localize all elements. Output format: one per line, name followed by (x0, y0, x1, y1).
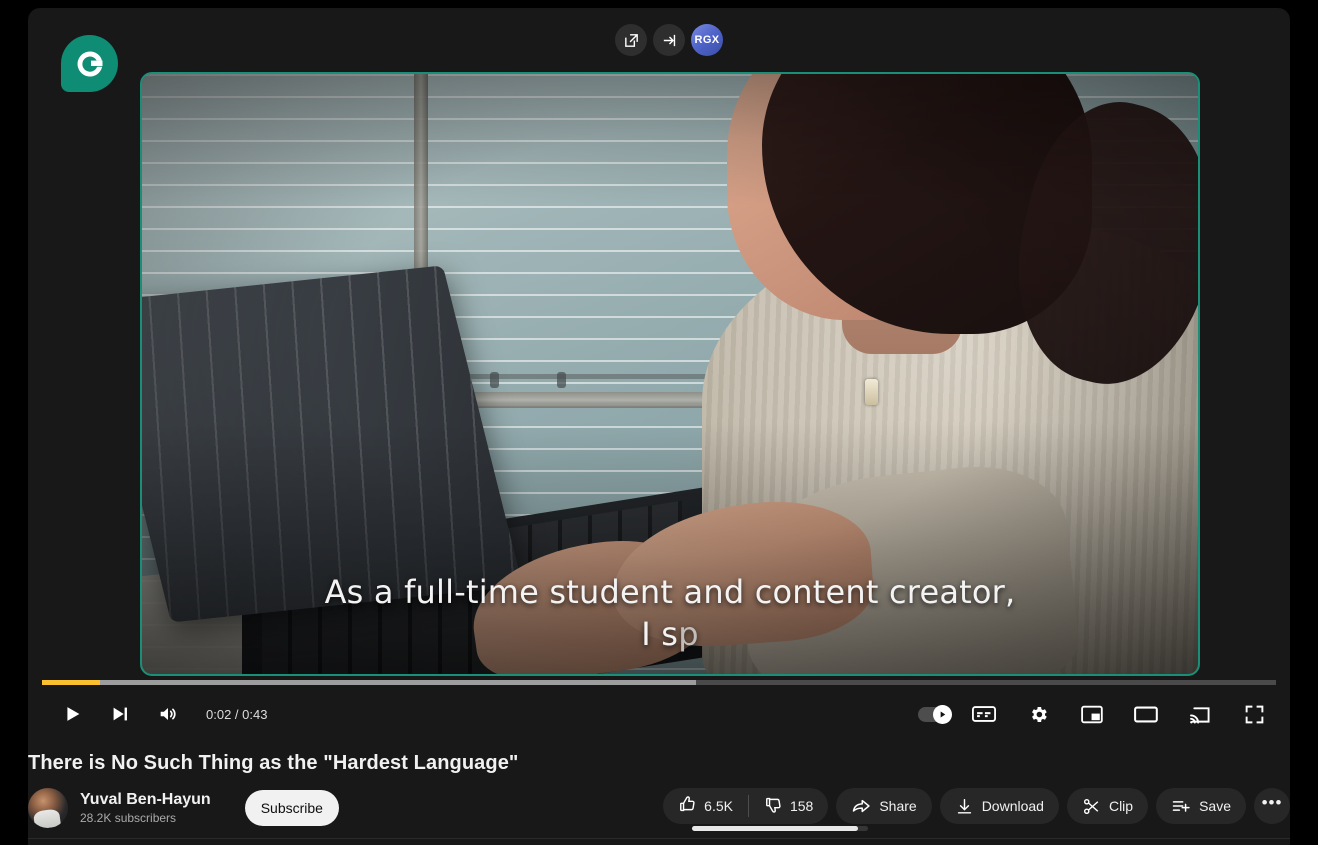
top-bar: RGX (28, 8, 1290, 92)
clip-label: Clip (1108, 798, 1134, 814)
progress-buffered (42, 680, 697, 685)
time-display: 0:02 / 0:43 (206, 706, 268, 722)
video-frame-image: As a full-time student and content creat… (142, 74, 1198, 674)
settings-button[interactable] (1018, 694, 1058, 734)
caption-line-2: I sp (142, 613, 1198, 656)
download-button[interactable]: Download (939, 788, 1059, 824)
sign-in-button[interactable] (653, 24, 685, 56)
save-to-playlist-icon (1171, 796, 1191, 816)
play-icon (61, 703, 83, 725)
volume-button[interactable] (148, 694, 188, 734)
cast-button[interactable] (1180, 694, 1220, 734)
open-external-icon (623, 32, 640, 49)
video-meta-row: Yuval Ben-Hayun 28.2K subscribers Subscr… (28, 788, 1290, 832)
subtitles-button[interactable] (964, 694, 1004, 734)
thumbs-up-icon (678, 795, 697, 817)
horizontal-scrollbar-thumb[interactable] (692, 826, 858, 831)
sign-in-arrow-icon (661, 32, 678, 49)
save-label: Save (1199, 798, 1231, 814)
fullscreen-button[interactable] (1234, 694, 1274, 734)
page-title: There is No Such Thing as the "Hardest L… (28, 752, 519, 774)
clip-button[interactable]: Clip (1066, 788, 1149, 824)
cast-icon (1189, 705, 1212, 724)
download-label: Download (981, 798, 1044, 814)
miniplayer-icon (1081, 705, 1103, 724)
theater-mode-button[interactable] (1126, 694, 1166, 734)
like-count: 6.5K (704, 798, 733, 814)
more-actions-button[interactable]: ••• (1254, 788, 1290, 824)
avatar-initials: RGX (694, 34, 720, 46)
miniplayer-button[interactable] (1072, 694, 1112, 734)
player-controls-left: 0:02 / 0:43 (52, 694, 267, 734)
caption-typed-text: I s (641, 615, 679, 654)
progress-bar[interactable] (42, 680, 1276, 685)
closed-captions-icon (972, 705, 996, 723)
video-caption: As a full-time student and content creat… (142, 571, 1198, 656)
save-button[interactable]: Save (1156, 788, 1246, 824)
avatar[interactable] (28, 788, 68, 828)
player-controls-right (918, 694, 1274, 734)
autoplay-toggle[interactable] (918, 704, 952, 724)
player-controls: 0:02 / 0:43 (28, 694, 1290, 738)
share-button[interactable]: Share (836, 788, 932, 824)
thumbs-down-icon (764, 795, 783, 817)
video-player[interactable]: As a full-time student and content creat… (140, 72, 1200, 676)
play-button[interactable] (52, 694, 92, 734)
channel-info: Yuval Ben-Hayun 28.2K subscribers Subscr… (28, 788, 339, 828)
youtube-player-page: RGX As a full-time student and content c… (0, 0, 1318, 845)
grammarly-logo (61, 35, 118, 92)
fullscreen-icon (1244, 704, 1265, 725)
next-track-icon (109, 703, 131, 725)
like-button[interactable]: 6.5K (663, 788, 748, 824)
caption-fading-text: p (678, 615, 699, 654)
video-action-buttons: 6.5K 158 Share Download Clip Save ••• (663, 788, 1290, 824)
content-divider (28, 838, 1290, 839)
share-label: Share (879, 798, 917, 814)
open-in-new-window-button[interactable] (615, 24, 647, 56)
channel-name[interactable]: Yuval Ben-Hayun (80, 790, 211, 810)
download-icon (955, 797, 974, 816)
channel-text: Yuval Ben-Hayun 28.2K subscribers (80, 790, 211, 826)
caption-line-1: As a full-time student and content creat… (324, 572, 1016, 611)
scissors-icon (1082, 797, 1101, 816)
like-dislike-group: 6.5K 158 (663, 788, 829, 824)
dislike-button[interactable]: 158 (749, 788, 828, 824)
volume-on-icon (157, 703, 179, 725)
top-bar-actions: RGX (615, 24, 723, 56)
user-avatar-rgx[interactable]: RGX (691, 24, 723, 56)
channel-subscribers: 28.2K subscribers (80, 810, 177, 825)
progress-played (42, 680, 100, 685)
theater-mode-icon (1134, 705, 1158, 724)
page-panel: RGX As a full-time student and content c… (28, 8, 1290, 845)
autoplay-toggle-icon (933, 704, 952, 724)
dislike-count: 158 (789, 798, 814, 814)
gear-icon (1028, 704, 1049, 725)
subscribe-button[interactable]: Subscribe (244, 790, 339, 826)
next-video-button[interactable] (100, 694, 140, 734)
share-arrow-icon (851, 796, 871, 816)
